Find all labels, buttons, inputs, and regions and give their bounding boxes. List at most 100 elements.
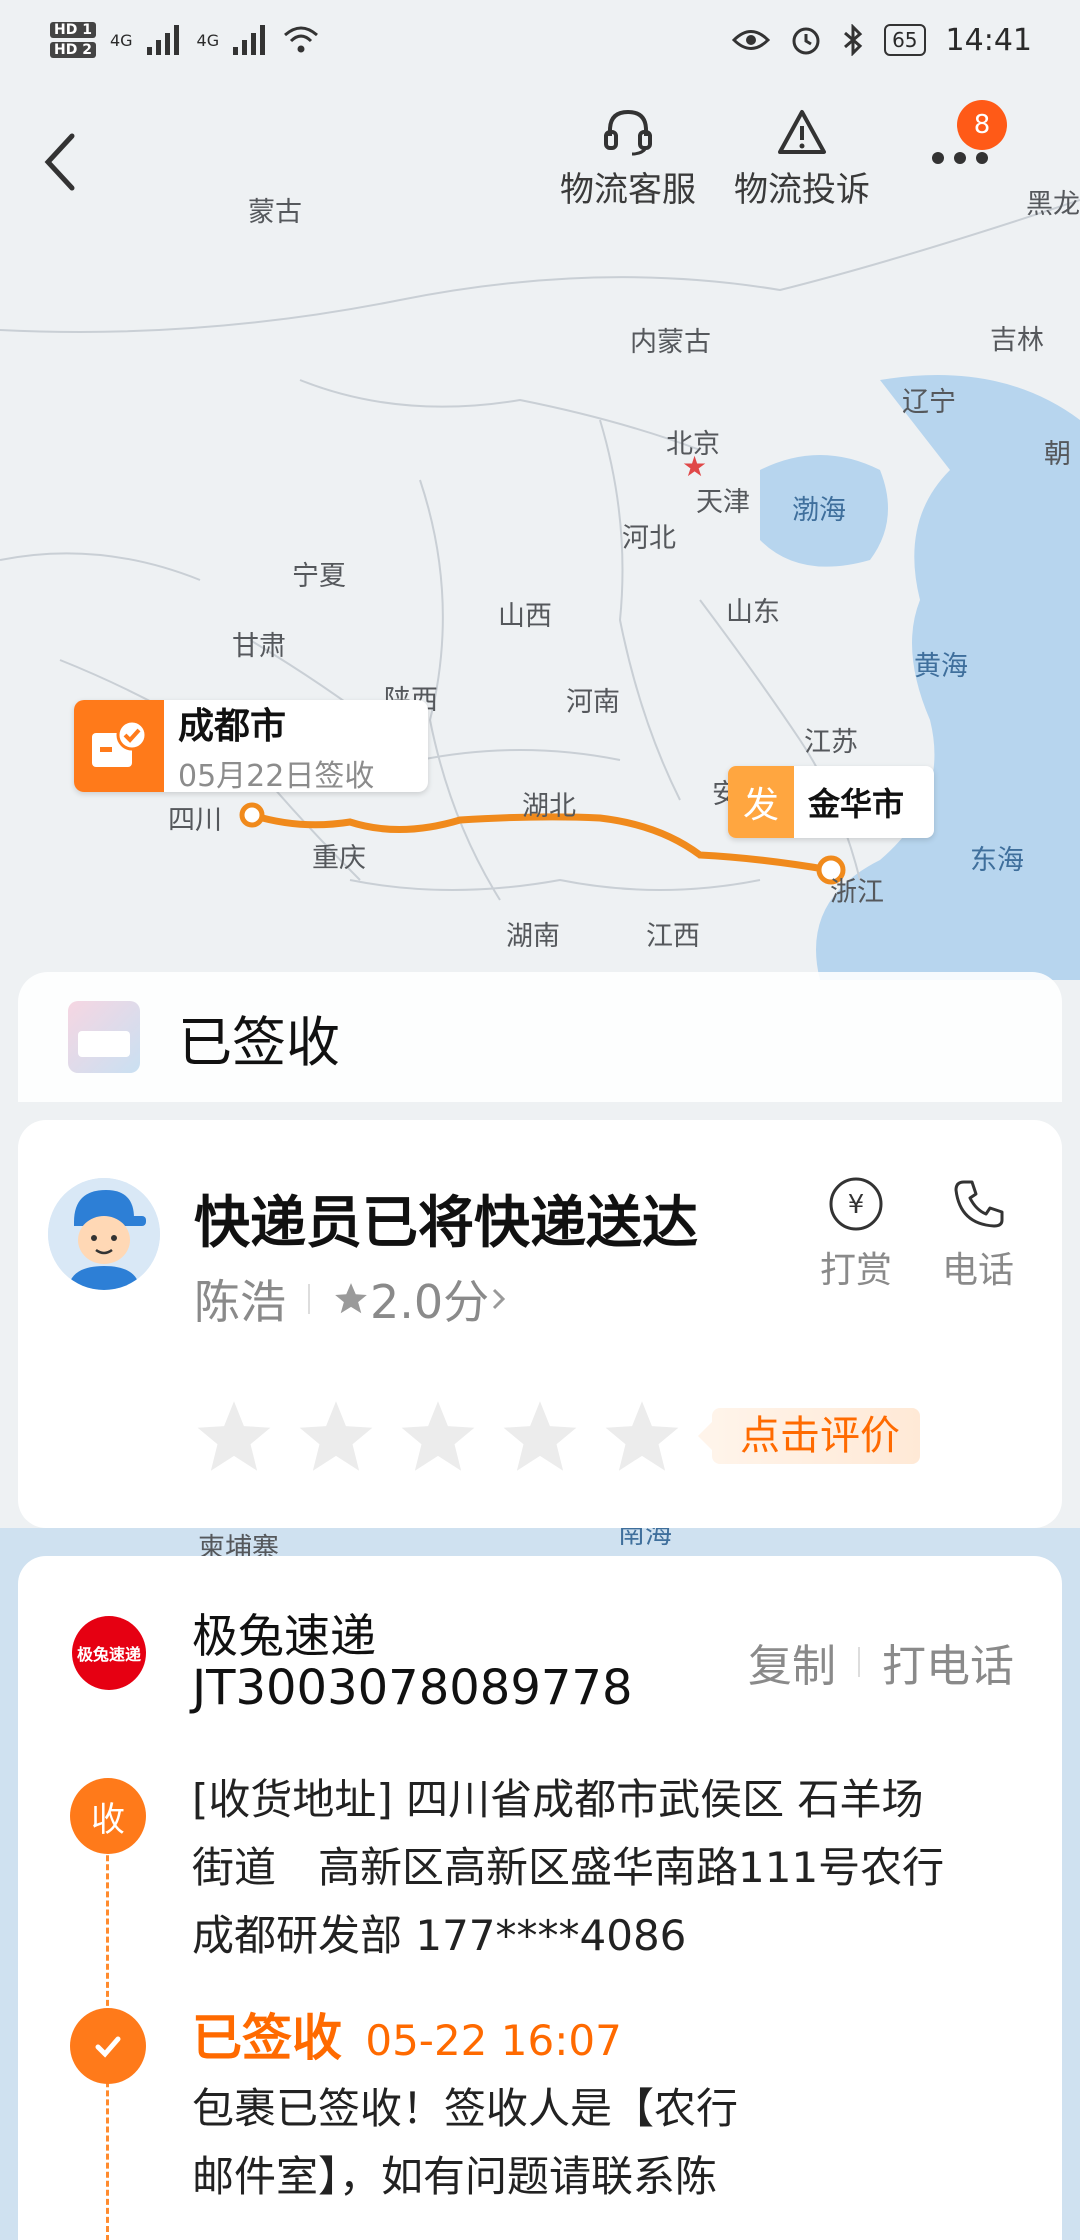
signed-detail-line: 邮件室】，如有问题请联系陈 [192,2152,718,2201]
address-line: 成都研发部 177****4086 [192,1911,687,1960]
status-bar: HD 1 HD 2 4G 4G 65 14:41 [0,0,1080,80]
sim-indicators: HD 1 HD 2 [50,22,96,58]
map-label-jilin: 吉林 [990,325,1044,356]
clock: 14:41 [945,22,1032,58]
shipment-status-title: 已签收 [178,1010,340,1074]
address-line: 街道 高新区高新区盛华南路111号农行 [192,1843,945,1892]
phone-label: 电话 [942,1250,1015,1291]
map-label-korea: 朝 [1044,439,1071,470]
signed-detail-line: 包裹已签收！签收人是【农行 [192,2084,739,2133]
signal-icon [233,25,266,55]
rating-star-1[interactable] [194,1398,274,1474]
customer-service-label: 物流客服 [560,170,696,210]
map-label-zhejiang: 浙江 [830,877,884,908]
tip-button[interactable]: ¥ 打赏 [820,1176,892,1293]
sim2-label: HD 2 [50,42,96,58]
courier-info: 陈浩 2.0分 [194,1266,509,1332]
alarm-icon [792,27,820,55]
map-label-chongqing: 重庆 [312,843,366,874]
signal2-label: 4G [196,30,220,50]
signal1-label: 4G [109,30,133,50]
destination-city: 成都市 [178,706,287,747]
rating-star-3[interactable] [398,1398,478,1474]
courier-score-link[interactable]: 2.0分 [332,1266,509,1332]
signal-icon [146,25,179,55]
map-label-hebei: 河北 [622,523,676,554]
carrier-logo: 极兔速递 [72,1616,146,1690]
map-label-ningxia: 宁夏 [292,561,346,592]
checkmark-icon [70,2008,146,2084]
courier-avatar [48,1178,160,1290]
origin-marker[interactable]: 发 金华市 [728,766,934,838]
rating-row: 点击评价 [194,1398,920,1474]
warning-icon [778,110,826,154]
map-label-jiangsu: 江苏 [804,727,858,758]
map-label-inner-mongolia: 内蒙古 [630,327,711,358]
tracking-number: JT3003078089778 [192,1660,633,1716]
call-carrier-button[interactable]: 打电话 [882,1630,1014,1694]
chevron-left-icon [44,133,75,191]
bluetooth-icon [844,24,863,56]
complaint-label: 物流投诉 [734,170,870,210]
shipment-info-card: 极兔速递 极兔速递 JT3003078089778 复制 打电话 收 [收货地址… [18,1556,1062,2240]
carrier-name: 极兔速递 [192,1609,376,1663]
call-courier-button[interactable]: 电话 [942,1176,1014,1293]
svg-text:¥: ¥ [848,1190,865,1220]
copy-button[interactable]: 复制 [748,1630,836,1694]
eye-icon [732,30,771,50]
map-label-mongolia: 蒙古 [248,197,302,228]
battery-indicator: 65 [884,24,926,56]
signed-time: 05-22 16:07 [365,2016,622,2065]
origin-tag: 发 [728,766,794,838]
delivery-address: [收货地址] 四川省成都市武侯区 石羊场 街道 高新区高新区盛华南路111号农行… [192,1766,1042,1970]
signed-status: 已签收 [192,2009,342,2067]
rating-star-2[interactable] [296,1398,376,1474]
complaint-button[interactable]: 物流投诉 [734,108,870,211]
destination-date: 05月22日签收 [178,759,375,794]
carrier-actions: 复制 打电话 [748,1630,1014,1694]
wifi-icon [284,26,319,53]
map-label-beijing: 北京 [666,429,720,460]
courier-name: 陈浩 [194,1275,286,1329]
signed-event: 已签收 05-22 16:07 包裹已签收！签收人是【农行 邮件室】，如有问题请… [192,2004,1042,2211]
map-label-sichuan: 四川 [168,805,222,836]
headset-icon [604,109,652,156]
product-thumbnail[interactable] [68,1001,140,1073]
rate-prompt-button[interactable]: 点击评价 [698,1408,920,1464]
map-label-gansu: 甘肃 [232,631,286,662]
sim1-label: HD 1 [50,22,96,38]
shipment-status-card: 已签收 [18,972,1062,1102]
destination-marker[interactable]: 成都市 05月22日签收 [74,700,428,794]
divider [858,1647,860,1677]
package-check-icon [74,700,164,792]
customer-service-button[interactable]: 物流客服 [560,108,696,211]
delivery-message: 快递员已将快递送达 [194,1191,698,1256]
map-label-liaoning: 辽宁 [902,387,956,418]
back-button[interactable] [40,130,90,200]
notification-badge: 8 [957,100,1007,150]
yuan-coin-icon: ¥ [829,1177,883,1231]
map-label-shandong: 山东 [726,597,780,628]
map-label-tianjin: 天津 [696,487,750,518]
divider [308,1284,310,1314]
phone-icon [954,1180,1004,1228]
map-label-huanghai: 黄海 [914,651,968,682]
map-label-jiangxi: 江西 [646,921,700,952]
tip-label: 打赏 [820,1250,893,1291]
map-label-hubei: 湖北 [522,791,576,822]
map-label-heilongjiang: 黑龙 [1026,189,1080,220]
chevron-right-icon [493,1288,506,1310]
rating-star-5[interactable] [602,1398,682,1474]
courier-score: 2.0分 [370,1275,490,1329]
rating-star-4[interactable] [500,1398,580,1474]
map-label-henan: 河南 [566,687,620,718]
receive-tag: 收 [70,1778,146,1854]
address-line: [收货地址] 四川省成都市武侯区 石羊场 [192,1775,924,1824]
map-label-donghai: 东海 [970,845,1024,876]
courier-card: 快递员已将快递送达 陈浩 2.0分 ¥ 打赏 电话 点击评价 [18,1120,1062,1528]
map-label-bohai: 渤海 [792,495,846,526]
star-icon [335,1283,367,1314]
map-label-hunan: 湖南 [506,921,560,952]
origin-city: 金华市 [808,785,905,823]
map-label-shanxi: 山西 [498,601,552,632]
